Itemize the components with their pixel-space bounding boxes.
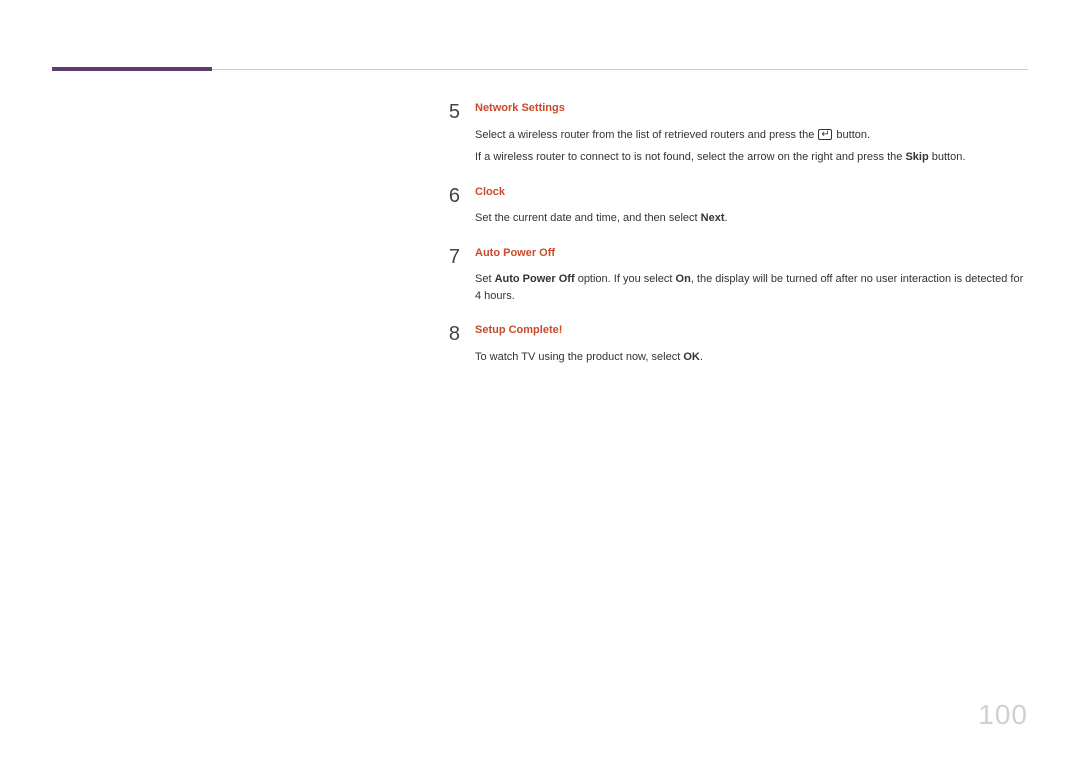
step-number: 5 bbox=[445, 100, 475, 124]
step-text-line: Select a wireless router from the list o… bbox=[475, 127, 1028, 144]
bold-text: Next bbox=[701, 212, 725, 224]
enter-button-icon bbox=[818, 129, 832, 140]
text-segment: . bbox=[700, 351, 703, 363]
steps-list: 5Network Settings Select a wireless route… bbox=[445, 100, 1028, 383]
text-segment: Set the current date and time, and then … bbox=[475, 212, 701, 224]
step-title: Clock bbox=[475, 184, 1028, 201]
bold-text: Auto Power Off bbox=[495, 273, 575, 285]
step-body: Auto Power OffSet Auto Power Off option.… bbox=[475, 245, 1028, 311]
step-body: Setup Complete! To watch TV using the pro… bbox=[475, 322, 1028, 371]
text-segment: button. bbox=[929, 151, 966, 163]
step-item: 8Setup Complete! To watch TV using the pr… bbox=[445, 322, 1028, 371]
step-text-line: Set the current date and time, and then … bbox=[475, 210, 1028, 227]
text-segment: button. bbox=[833, 129, 870, 141]
step-text-line: To watch TV using the product now, selec… bbox=[475, 349, 1028, 366]
bold-text: Skip bbox=[905, 151, 928, 163]
step-number: 6 bbox=[445, 184, 475, 208]
text-segment: option. If you select bbox=[575, 273, 676, 285]
step-number: 7 bbox=[445, 245, 475, 269]
text-segment: . bbox=[724, 212, 727, 224]
step-number: 8 bbox=[445, 322, 475, 346]
text-segment: Set bbox=[475, 273, 495, 285]
step-text-line: Set Auto Power Off option. If you select… bbox=[475, 271, 1028, 304]
step-text-line: If a wireless router to connect to is no… bbox=[475, 149, 1028, 166]
step-item: 7Auto Power OffSet Auto Power Off option… bbox=[445, 245, 1028, 311]
step-item: 5Network Settings Select a wireless route… bbox=[445, 100, 1028, 172]
text-segment: To watch TV using the product now, selec… bbox=[475, 351, 683, 363]
header-accent-bar bbox=[52, 67, 212, 71]
step-title: Setup Complete! bbox=[475, 322, 1028, 339]
text-segment: If a wireless router to connect to is no… bbox=[475, 151, 905, 163]
text-segment: Select a wireless router from the list o… bbox=[475, 129, 817, 141]
step-title: Network Settings bbox=[475, 100, 1028, 117]
page-number: 100 bbox=[978, 699, 1028, 731]
step-title: Auto Power Off bbox=[475, 245, 1028, 262]
step-body: Clock Set the current date and time, and … bbox=[475, 184, 1028, 233]
bold-text: OK bbox=[683, 351, 700, 363]
step-item: 6Clock Set the current date and time, and… bbox=[445, 184, 1028, 233]
bold-text: On bbox=[676, 273, 691, 285]
step-body: Network Settings Select a wireless router… bbox=[475, 100, 1028, 172]
